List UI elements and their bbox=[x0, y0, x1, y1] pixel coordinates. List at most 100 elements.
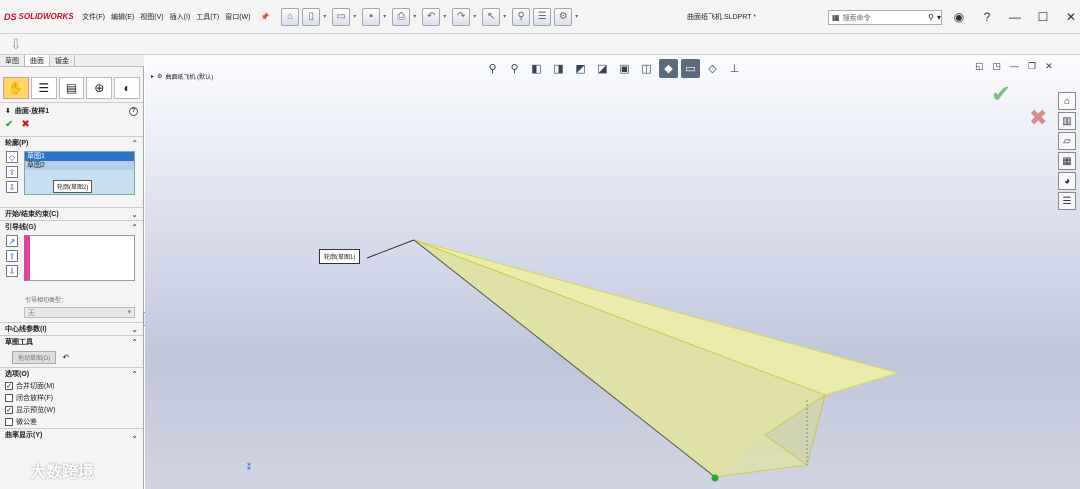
pin-icon[interactable]: 📌 bbox=[260, 13, 269, 21]
solidworks-logo[interactable]: DS SOLIDWORKS bbox=[4, 12, 74, 22]
maximize-icon[interactable]: ☐ bbox=[1034, 8, 1052, 26]
checkbox[interactable] bbox=[5, 394, 13, 402]
chevron-up-icon[interactable]: ⌃ bbox=[131, 139, 138, 148]
ok-check-icon[interactable]: ✔ bbox=[5, 119, 13, 130]
save-icon[interactable]: ▪ bbox=[362, 7, 381, 26]
guide-selector-icon[interactable]: ↗ bbox=[6, 235, 18, 247]
chevron-down-icon[interactable]: ▾ bbox=[413, 13, 419, 20]
origin-axis-icon: ⁑ bbox=[247, 463, 251, 472]
logo-text: SOLIDWORKS bbox=[18, 12, 74, 21]
checkbox-checked[interactable]: ✓ bbox=[5, 406, 13, 414]
new-document-icon[interactable]: ▯ bbox=[302, 7, 321, 26]
option-show-preview[interactable]: ✓ 显示预览(W) bbox=[0, 404, 143, 416]
move-up-icon[interactable]: ⇧ bbox=[6, 166, 18, 178]
search-commands[interactable]: ▦ 搜索命令 ⚲ ▾ bbox=[828, 10, 942, 25]
search-scope-icon[interactable]: ▦ bbox=[832, 13, 840, 22]
menu-window[interactable]: 窗口(W) bbox=[225, 12, 250, 22]
close-icon[interactable]: ✕ bbox=[1062, 8, 1080, 26]
display-manager-icon[interactable]: ◐ bbox=[114, 77, 140, 99]
option-merge-tangent[interactable]: ✓ 合并切面(M) bbox=[0, 380, 143, 392]
help-icon[interactable]: ? bbox=[129, 106, 138, 116]
section-options[interactable]: 选项(O) ⌃ bbox=[0, 367, 143, 380]
search-input[interactable]: 搜索命令 bbox=[843, 13, 926, 23]
loft-surface-icon[interactable]: ⇩ bbox=[10, 36, 22, 53]
help-icon[interactable]: ? bbox=[978, 8, 996, 26]
section-title: 选项(O) bbox=[5, 371, 30, 378]
chevron-down-icon[interactable]: ⌄ bbox=[131, 325, 138, 334]
chevron-up-icon[interactable]: ⌃ bbox=[131, 370, 138, 379]
menu-insert[interactable]: 插入(I) bbox=[170, 12, 191, 22]
chevron-down-icon[interactable]: ▾ bbox=[473, 13, 479, 20]
undo-icon[interactable]: ↶ bbox=[422, 7, 441, 26]
redo-icon[interactable]: ↷ bbox=[452, 7, 471, 26]
guides-listbox[interactable] bbox=[24, 235, 135, 281]
section-centerline[interactable]: 中心线参数(I) ⌄ bbox=[0, 322, 143, 335]
dimxpert-icon[interactable]: ⊕ bbox=[86, 77, 113, 99]
feature-manager-icon[interactable]: ✋ bbox=[3, 77, 29, 99]
profile-endpoint-marker[interactable] bbox=[711, 474, 719, 482]
callout-leader-line bbox=[366, 239, 415, 259]
list-item[interactable]: 草图1 bbox=[25, 152, 134, 161]
option-micro-tolerance[interactable]: 微公差 bbox=[0, 416, 143, 428]
guide-tangency-select[interactable]: 无 ▾ bbox=[24, 307, 135, 318]
section-title: 引导线(G) bbox=[5, 224, 37, 231]
menu-file[interactable]: 文件(F) bbox=[82, 12, 105, 22]
profile-callout[interactable]: 轮廓(草图1) bbox=[319, 249, 361, 264]
section-start-end-constraints[interactable]: 开始/结束约束(C) ⌄ bbox=[0, 207, 143, 220]
chevron-down-icon[interactable]: ▾ bbox=[323, 13, 329, 20]
manager-tabs: ✋ ☰ ▤ ⊕ ◐ bbox=[0, 75, 143, 103]
menu-tools[interactable]: 工具(T) bbox=[196, 12, 219, 22]
section-sketch-tools[interactable]: 草图工具 ⌃ bbox=[0, 335, 143, 348]
drag-sketch-button[interactable]: 拖动草图(D) bbox=[12, 351, 57, 364]
section-curvature-display[interactable]: 曲率显示(Y) ⌄ bbox=[0, 428, 143, 441]
document-title: 曲面纸飞机.SLDPRT * bbox=[687, 14, 756, 21]
file-properties-icon[interactable]: ☰ bbox=[533, 7, 552, 26]
chevron-down-icon[interactable]: ▾ bbox=[443, 13, 449, 20]
chevron-down-icon[interactable]: ▾ bbox=[353, 13, 359, 20]
chevron-up-icon[interactable]: ⌃ bbox=[131, 338, 138, 347]
tab-sheet-metal[interactable]: 钣金 bbox=[50, 55, 75, 66]
home-icon[interactable]: ⌂ bbox=[281, 7, 300, 26]
loft-icon: ⬇ bbox=[5, 108, 11, 115]
ok-cancel: ✔ ✖ bbox=[0, 119, 143, 136]
move-up-icon[interactable]: ⇧ bbox=[6, 250, 18, 262]
guide-tangency-label: 引导相切类型： bbox=[25, 298, 68, 304]
menu-edit[interactable]: 编辑(E) bbox=[111, 12, 134, 22]
list-item[interactable]: 草图2 bbox=[25, 161, 134, 170]
property-manager-icon[interactable]: ☰ bbox=[30, 77, 57, 99]
section-profiles[interactable]: 轮廓(P) ⌃ bbox=[0, 136, 143, 149]
profiles-group: ◇ ⇧ ⇩ 草图1 草图2 轮廓(草图2) bbox=[0, 149, 143, 207]
chevron-up-icon[interactable]: ⌃ bbox=[131, 223, 138, 232]
undo-sketch-drag-icon[interactable]: ↶ bbox=[62, 353, 69, 362]
paper-airplane-model[interactable] bbox=[145, 55, 1080, 489]
profile-selector-icon[interactable]: ◇ bbox=[6, 151, 18, 163]
rebuild-icon[interactable]: ⚲ bbox=[512, 7, 531, 26]
option-label: 微公差 bbox=[16, 419, 37, 426]
options-gear-icon[interactable]: ⚙ bbox=[554, 7, 573, 26]
print-icon[interactable]: ⎙ bbox=[392, 7, 411, 26]
option-close-loft[interactable]: 闭合放样(F) bbox=[0, 392, 143, 404]
chevron-down-icon[interactable]: ▾ bbox=[503, 13, 509, 20]
select-cursor-icon[interactable]: ↖ bbox=[482, 7, 501, 26]
checkbox-checked[interactable]: ✓ bbox=[5, 382, 13, 390]
move-down-icon[interactable]: ⇩ bbox=[6, 181, 18, 193]
menu-view[interactable]: 视图(V) bbox=[140, 12, 163, 22]
chevron-down-icon[interactable]: ▾ bbox=[937, 13, 941, 22]
tab-surface[interactable]: 曲面 bbox=[25, 55, 50, 66]
chevron-down-icon[interactable]: ▾ bbox=[575, 13, 581, 20]
chevron-down-icon[interactable]: ▾ bbox=[383, 13, 389, 20]
configuration-manager-icon[interactable]: ▤ bbox=[58, 77, 85, 99]
section-guides[interactable]: 引导线(G) ⌃ bbox=[0, 220, 143, 233]
user-account-icon[interactable]: ◉ bbox=[950, 8, 968, 26]
graphics-area[interactable]: ▸ ⚙ 曲面纸飞机 (默认) ⚲ ⚲ ◧ ◨ ◩ ◪ ▣ ◫ ◆ ▭ ◇ ⊥ ◱… bbox=[145, 55, 1080, 489]
tab-sketch[interactable]: 草图 bbox=[0, 55, 25, 66]
guides-group: ↗ ⇧ ⇩ bbox=[0, 233, 143, 293]
chevron-down-icon[interactable]: ⌄ bbox=[131, 210, 138, 219]
move-down-icon[interactable]: ⇩ bbox=[6, 265, 18, 277]
chevron-down-icon[interactable]: ⌄ bbox=[131, 431, 138, 440]
minimize-icon[interactable]: — bbox=[1006, 8, 1024, 26]
search-icon[interactable]: ⚲ bbox=[928, 13, 934, 22]
checkbox[interactable] bbox=[5, 418, 13, 426]
open-folder-icon[interactable]: ▭ bbox=[332, 7, 351, 26]
cancel-x-icon[interactable]: ✖ bbox=[21, 119, 29, 130]
